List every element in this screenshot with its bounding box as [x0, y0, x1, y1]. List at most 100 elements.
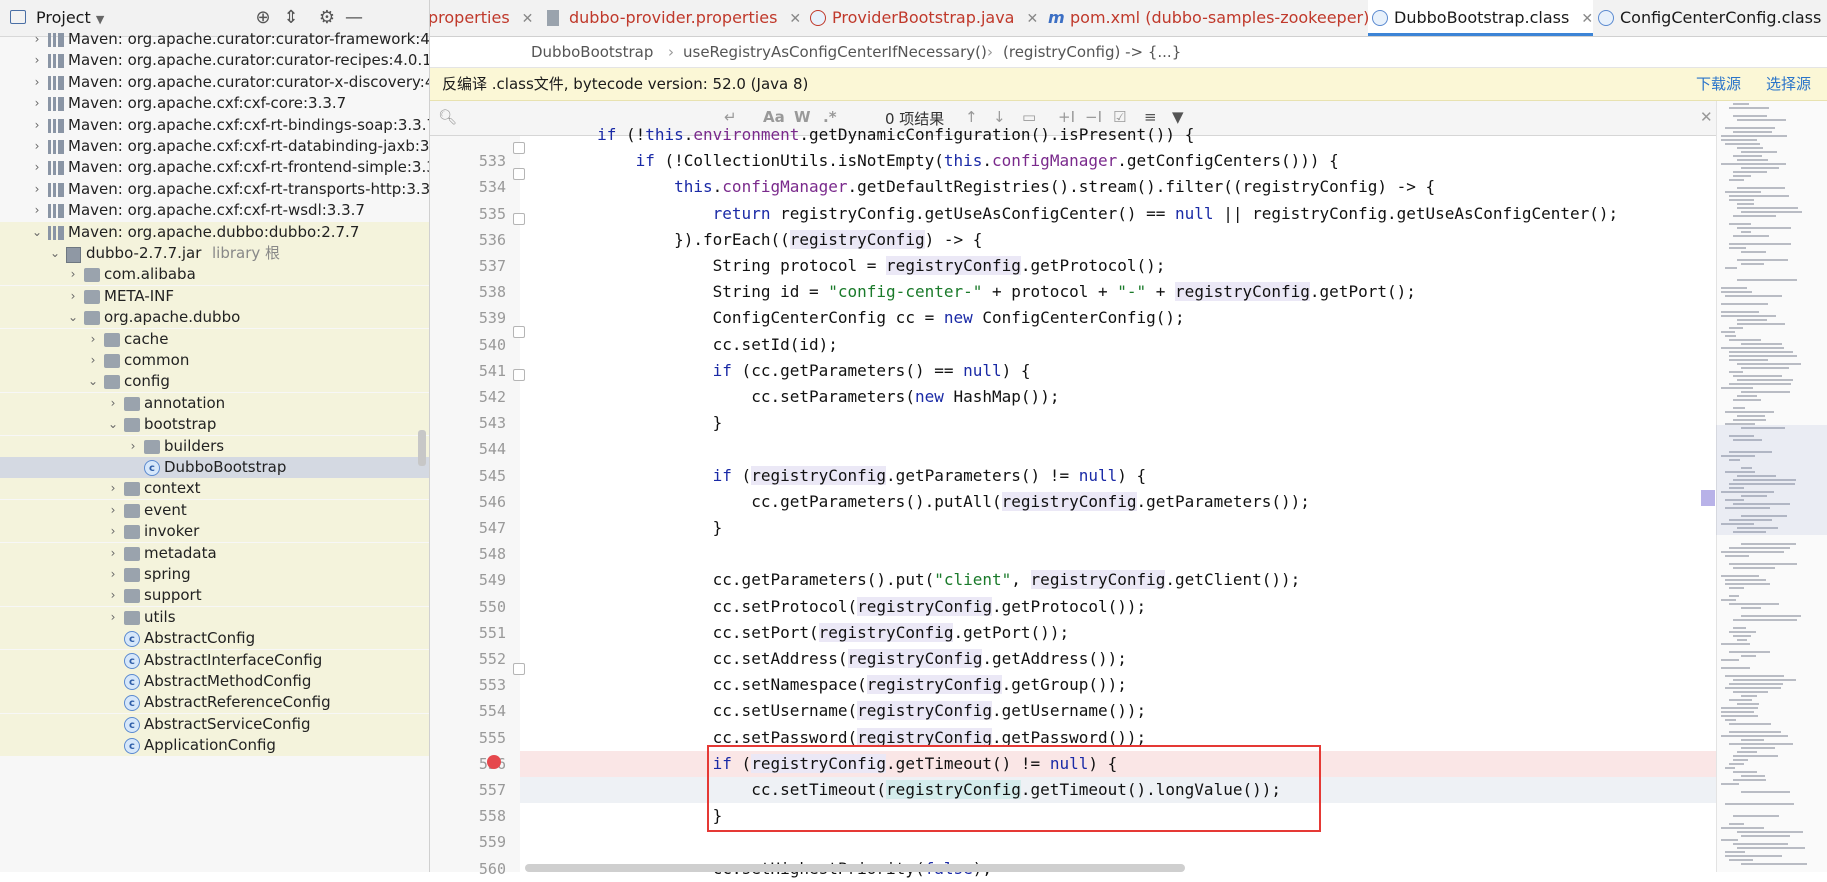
- editor-tab[interactable]: ProviderBootstrap.java ✕: [806, 0, 1038, 36]
- tree-item[interactable]: ⌄ config: [0, 371, 429, 393]
- tree-item[interactable]: › Maven: org.apache.cxf:cxf-rt-databindin…: [0, 136, 429, 157]
- tree-item[interactable]: › common: [0, 350, 429, 371]
- breadcrumb-class[interactable]: DubboBootstrap: [531, 37, 653, 67]
- chevron-right-icon[interactable]: ›: [106, 543, 120, 564]
- chevron-right-icon[interactable]: ›: [86, 329, 100, 350]
- tree-item[interactable]: › cache: [0, 328, 429, 350]
- code-line[interactable]: }: [520, 515, 1716, 541]
- fold-marker-icon[interactable]: [513, 326, 525, 338]
- breadcrumb-method[interactable]: useRegistryAsConfigCenterIfNecessary(): [683, 37, 987, 67]
- code-line[interactable]: cc.setUsername(registryConfig.getUsernam…: [520, 698, 1716, 724]
- code-line[interactable]: cc.getParameters().putAll(registryConfig…: [520, 489, 1716, 515]
- chevron-down-icon[interactable]: ⌄: [30, 222, 44, 243]
- tree-item[interactable]: › builders: [0, 435, 429, 457]
- code-line[interactable]: cc.setNamespace(registryConfig.getGroup(…: [520, 672, 1716, 698]
- chevron-right-icon[interactable]: ›: [30, 50, 44, 71]
- breakpoint-icon[interactable]: [487, 755, 501, 769]
- project-view-dropdown[interactable]: Project ▼: [36, 8, 104, 27]
- tree-item[interactable]: › META-INF: [0, 285, 429, 307]
- tree-item[interactable]: › utils: [0, 606, 429, 628]
- chevron-right-icon[interactable]: ›: [126, 436, 140, 457]
- tree-item[interactable]: c AbstractMethodConfig: [0, 671, 429, 692]
- minimap-viewport[interactable]: [1716, 425, 1827, 535]
- chevron-right-icon[interactable]: ›: [106, 585, 120, 606]
- tree-item[interactable]: ⌄ bootstrap: [0, 414, 429, 436]
- chevron-right-icon[interactable]: ›: [106, 607, 120, 628]
- code-line[interactable]: if (registryConfig.getParameters() != nu…: [520, 463, 1716, 489]
- code-line[interactable]: }: [520, 410, 1716, 436]
- chevron-right-icon[interactable]: ›: [106, 500, 120, 521]
- editor-tab[interactable]: properties ✕: [430, 0, 533, 36]
- code-line[interactable]: [520, 829, 1716, 855]
- code-line[interactable]: if (!this.environment.getDynamicConfigur…: [520, 122, 1716, 148]
- code-line[interactable]: if (!CollectionUtils.isNotEmpty(this.con…: [520, 148, 1716, 174]
- editor-tab[interactable]: mpom.xml (dubbo-samples-zookeeper)✕: [1044, 0, 1393, 36]
- code-line[interactable]: this.configManager.getDefaultRegistries(…: [520, 174, 1716, 200]
- tree-item[interactable]: › com.alibaba: [0, 264, 429, 286]
- fold-marker-icon[interactable]: [513, 168, 525, 180]
- chevron-right-icon[interactable]: ›: [30, 179, 44, 200]
- chevron-right-icon[interactable]: ›: [106, 393, 120, 414]
- chevron-right-icon[interactable]: ›: [106, 564, 120, 585]
- tree-scrollbar[interactable]: [418, 430, 426, 466]
- code-line[interactable]: cc.setPort(registryConfig.getPort());: [520, 620, 1716, 646]
- chevron-right-icon[interactable]: ›: [30, 200, 44, 221]
- gear-icon[interactable]: ⚙: [317, 8, 337, 28]
- locate-icon[interactable]: ⊕: [253, 8, 273, 28]
- chevron-right-icon[interactable]: ›: [30, 136, 44, 157]
- close-tab-icon[interactable]: ✕: [1581, 11, 1593, 27]
- tree-item[interactable]: › support: [0, 585, 429, 607]
- tree-item[interactable]: › annotation: [0, 392, 429, 414]
- chevron-right-icon[interactable]: ›: [86, 350, 100, 371]
- tree-item[interactable]: › Maven: org.apache.cxf:cxf-core:3.3.7: [0, 93, 429, 114]
- tree-item[interactable]: c AbstractServiceConfig: [0, 713, 429, 735]
- tree-item[interactable]: › invoker: [0, 521, 429, 543]
- tree-item[interactable]: › Maven: org.apache.curator:curator-recip…: [0, 50, 429, 71]
- tree-item[interactable]: ⌄ dubbo-2.7.7.jar library 根: [0, 243, 429, 264]
- tree-item[interactable]: › Maven: org.apache.curator:curator-frame…: [0, 29, 429, 50]
- code-line[interactable]: [520, 541, 1716, 567]
- chevron-right-icon[interactable]: ›: [106, 478, 120, 499]
- chevron-right-icon[interactable]: ›: [30, 93, 44, 114]
- hide-panel-icon[interactable]: —: [344, 8, 364, 28]
- editor-tab[interactable]: dubbo-provider.properties ✕: [543, 0, 801, 36]
- code-line[interactable]: cc.setId(id);: [520, 332, 1716, 358]
- tree-item[interactable]: c ApplicationConfig: [0, 735, 429, 757]
- tree-item[interactable]: ⌄ org.apache.dubbo: [0, 307, 429, 329]
- chevron-right-icon[interactable]: ›: [30, 29, 44, 50]
- tree-item[interactable]: › Maven: org.apache.cxf:cxf-rt-frontend-s…: [0, 157, 429, 178]
- code-line[interactable]: if (cc.getParameters() == null) {: [520, 358, 1716, 384]
- chevron-down-icon[interactable]: ⌄: [66, 307, 80, 328]
- horizontal-scrollbar[interactable]: [525, 864, 1185, 872]
- chevron-right-icon[interactable]: ›: [30, 72, 44, 93]
- tree-item[interactable]: c AbstractInterfaceConfig: [0, 649, 429, 671]
- code-line[interactable]: ConfigCenterConfig cc = new ConfigCenter…: [520, 305, 1716, 331]
- code-line[interactable]: cc.setParameters(new HashMap());: [520, 384, 1716, 410]
- chevron-down-icon[interactable]: ⌄: [106, 414, 120, 435]
- tree-item[interactable]: › Maven: org.apache.cxf:cxf-rt-transports…: [0, 179, 429, 200]
- tree-item[interactable]: › event: [0, 499, 429, 521]
- editor-tab[interactable]: DubboBootstrap.class ✕: [1368, 0, 1594, 36]
- tree-item[interactable]: › Maven: org.apache.cxf:cxf-rt-wsdl:3.3.7: [0, 200, 429, 221]
- editor-tab[interactable]: ConfigCenterConfig.class: [1594, 0, 1821, 36]
- breadcrumb-lambda[interactable]: (registryConfig) -> {...}: [1003, 37, 1181, 67]
- chevron-right-icon[interactable]: ›: [30, 157, 44, 178]
- code-line[interactable]: [520, 436, 1716, 462]
- fold-marker-icon[interactable]: [513, 369, 525, 381]
- code-line[interactable]: return registryConfig.getUseAsConfigCent…: [520, 201, 1716, 227]
- download-sources-link[interactable]: 下载源: [1696, 68, 1741, 100]
- tree-item[interactable]: c AbstractReferenceConfig: [0, 692, 429, 714]
- chevron-down-icon[interactable]: ⌄: [48, 243, 62, 264]
- tree-item[interactable]: › Maven: org.apache.curator:curator-x-dis…: [0, 72, 429, 93]
- tree-item[interactable]: ⌄ Maven: org.apache.dubbo:dubbo:2.7.7: [0, 221, 429, 243]
- tree-item[interactable]: c AbstractConfig: [0, 628, 429, 650]
- code-line[interactable]: String protocol = registryConfig.getProt…: [520, 253, 1716, 279]
- fold-marker-icon[interactable]: [513, 213, 525, 225]
- chevron-right-icon[interactable]: ›: [66, 286, 80, 307]
- code-line[interactable]: }).forEach((registryConfig) -> {: [520, 227, 1716, 253]
- code-line[interactable]: String id = "config-center-" + protocol …: [520, 279, 1716, 305]
- tree-item[interactable]: c DubboBootstrap: [0, 457, 429, 478]
- tree-item[interactable]: › spring: [0, 564, 429, 585]
- chevron-right-icon[interactable]: ›: [106, 521, 120, 542]
- chevron-right-icon[interactable]: ›: [66, 264, 80, 285]
